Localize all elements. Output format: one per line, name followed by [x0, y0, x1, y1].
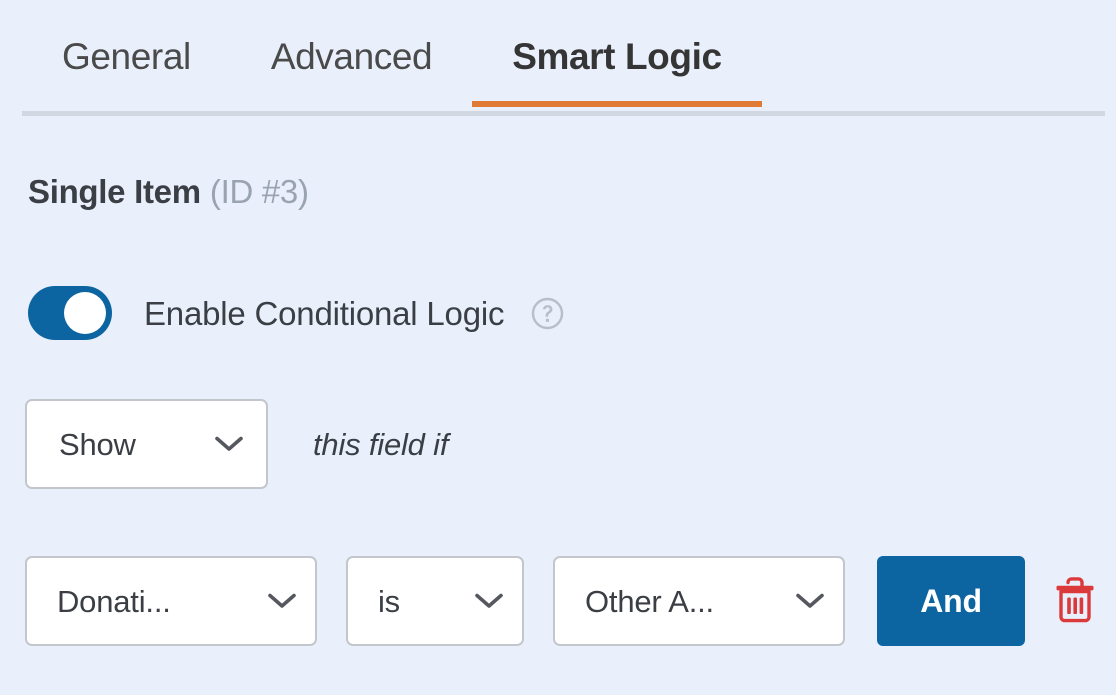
- tab-advanced[interactable]: Advanced: [231, 0, 472, 112]
- tab-general-label: General: [62, 35, 191, 77]
- tab-general[interactable]: General: [22, 0, 231, 112]
- conditional-action-select[interactable]: Show: [25, 399, 268, 489]
- tab-smart-logic-label: Smart Logic: [512, 35, 722, 77]
- question-circle-icon[interactable]: [531, 297, 564, 330]
- conditional-sentence-text: this field if: [313, 426, 449, 462]
- chevron-down-icon: [267, 592, 297, 610]
- condition-value-select[interactable]: Other A...: [553, 556, 845, 646]
- enable-conditional-logic-label: Enable Conditional Logic: [144, 294, 505, 332]
- chevron-down-icon: [474, 592, 504, 610]
- condition-operator-value: is: [378, 583, 400, 619]
- conditional-action-value: Show: [59, 426, 136, 462]
- delete-condition-button[interactable]: [1053, 576, 1097, 626]
- field-id: (ID #3): [209, 173, 309, 210]
- tab-strip: General Advanced Smart Logic: [22, 0, 762, 112]
- field-title: Single Item (ID #3): [28, 175, 309, 208]
- enable-conditional-logic-toggle[interactable]: [28, 286, 112, 340]
- tab-smart-logic[interactable]: Smart Logic: [472, 0, 762, 112]
- trash-icon: [1053, 575, 1097, 628]
- active-tab-indicator: [472, 101, 762, 107]
- condition-field-select[interactable]: Donati...: [25, 556, 317, 646]
- condition-rule-row: Donati... is Other A... And: [25, 556, 1097, 646]
- condition-field-value: Donati...: [57, 583, 171, 619]
- conditional-action-row: Show this field if: [25, 399, 448, 489]
- chevron-down-icon: [795, 592, 825, 610]
- condition-operator-select[interactable]: is: [346, 556, 524, 646]
- condition-value-value: Other A...: [585, 583, 714, 619]
- tab-advanced-label: Advanced: [270, 35, 433, 77]
- enable-conditional-logic-row: Enable Conditional Logic: [28, 286, 564, 340]
- tab-bar-divider: [22, 111, 1105, 116]
- field-name: Single Item: [28, 173, 201, 210]
- chevron-down-icon: [214, 435, 244, 453]
- add-and-condition-button[interactable]: And: [877, 556, 1025, 646]
- tab-bar: General Advanced Smart Logic: [0, 0, 1116, 118]
- toggle-knob: [64, 292, 106, 334]
